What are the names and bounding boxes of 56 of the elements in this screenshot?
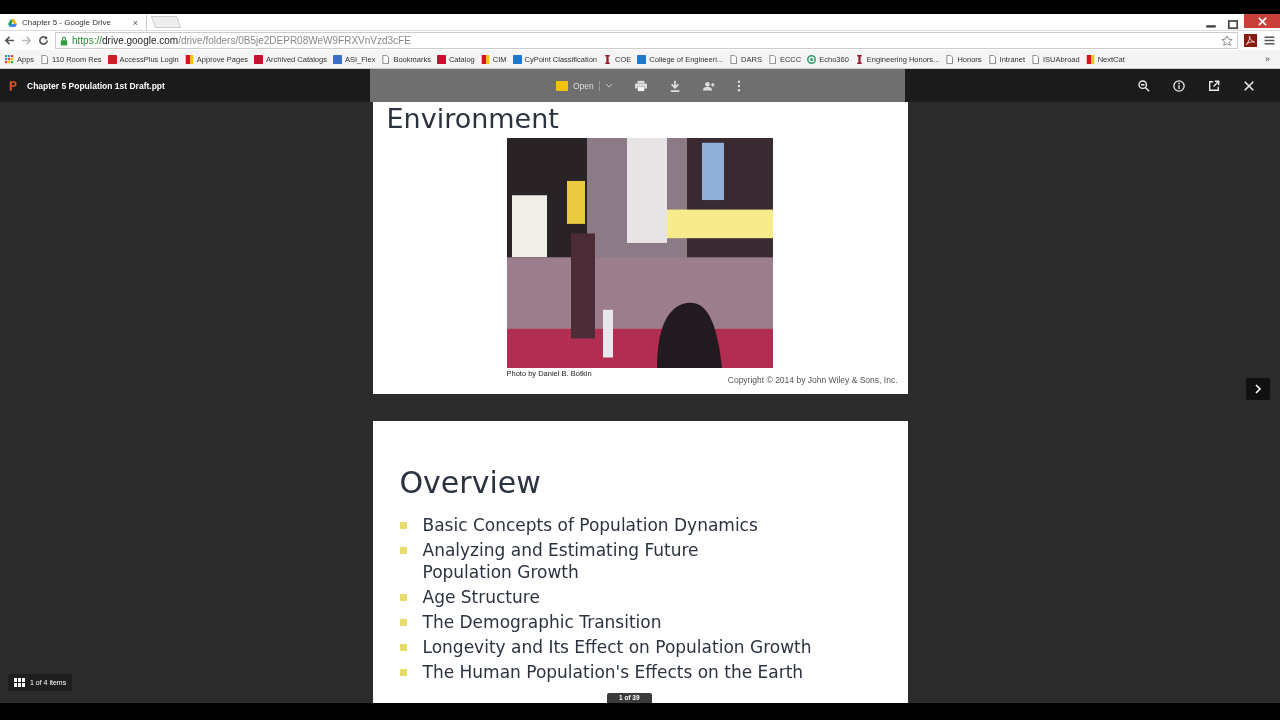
bullet-text: The Human Population's Effects on the Earth [422, 661, 805, 683]
copyright-text: Copyright © 2014 by John Wiley & Sons, Inc. [727, 375, 898, 385]
close-window-button[interactable] [1244, 14, 1280, 28]
bullet-text: Basic Concepts of Population Dynamics [422, 514, 759, 536]
bullet-icon [399, 594, 407, 601]
page-icon [987, 54, 997, 64]
bullet-icon [399, 522, 407, 529]
grid-icon [14, 678, 25, 687]
page-icon [1031, 54, 1040, 64]
page-icon [945, 54, 955, 64]
next-button[interactable] [1246, 378, 1270, 400]
flag-icon [184, 54, 194, 64]
more-options-icon[interactable] [736, 79, 741, 92]
address-bar[interactable]: https://drive.google.com/drive/folders/0B5je2DEPR08WeW9FRXVnVzd3cFE [55, 32, 1238, 49]
page-icon [40, 54, 50, 64]
page-icon [767, 54, 777, 64]
lock-icon [60, 35, 68, 46]
slides-file-icon [9, 80, 17, 91]
bullet-icon [399, 619, 407, 626]
close-tab-button[interactable]: × [132, 17, 138, 28]
back-icon[interactable] [4, 35, 15, 46]
drive-logo-icon [8, 18, 17, 27]
close-icon [1257, 16, 1267, 26]
more-bookmarks-button[interactable]: » [1257, 54, 1278, 64]
info-icon[interactable] [1173, 79, 1185, 92]
page-icon [381, 54, 391, 64]
add-person-icon[interactable] [702, 79, 715, 92]
bullet-icon [399, 644, 407, 651]
bullet-text: Age Structure [422, 586, 541, 608]
bullet-text: Analyzing and Estimating Future Population Growth [422, 539, 700, 583]
flag-icon [1085, 54, 1095, 64]
bullet-text: The Demographic Transition [422, 611, 663, 633]
chevron-right-icon [1254, 384, 1262, 394]
download-icon[interactable] [668, 79, 681, 92]
apps-icon [5, 54, 14, 64]
pdf-extension-icon[interactable] [1244, 34, 1257, 47]
maximize-icon[interactable] [1227, 18, 1239, 30]
slide-title: Overview [399, 465, 542, 500]
menu-icon[interactable] [1263, 34, 1276, 47]
bullet-icon [399, 547, 407, 554]
zoom-icon[interactable] [1138, 79, 1150, 92]
reload-icon[interactable] [38, 35, 49, 46]
open-button[interactable]: Open [556, 80, 613, 91]
slide-title: Environment [386, 102, 559, 136]
page-icon [729, 54, 739, 64]
bullet-text: Longevity and Its Effect on Population Growth [422, 636, 813, 658]
bullet-icon [399, 669, 407, 676]
open-new-window-icon[interactable] [1208, 79, 1220, 92]
file-name: Chapter 5 Population 1st Draft.ppt [27, 80, 165, 91]
bookmark-star-icon[interactable] [1221, 34, 1233, 47]
flag-icon [480, 54, 490, 64]
caret-icon [604, 82, 613, 89]
print-icon[interactable] [634, 79, 647, 92]
slides-icon [556, 80, 568, 91]
browser-tab[interactable]: Chapter 5 - Google Drive × [0, 15, 147, 30]
close-icon[interactable] [1243, 79, 1255, 92]
